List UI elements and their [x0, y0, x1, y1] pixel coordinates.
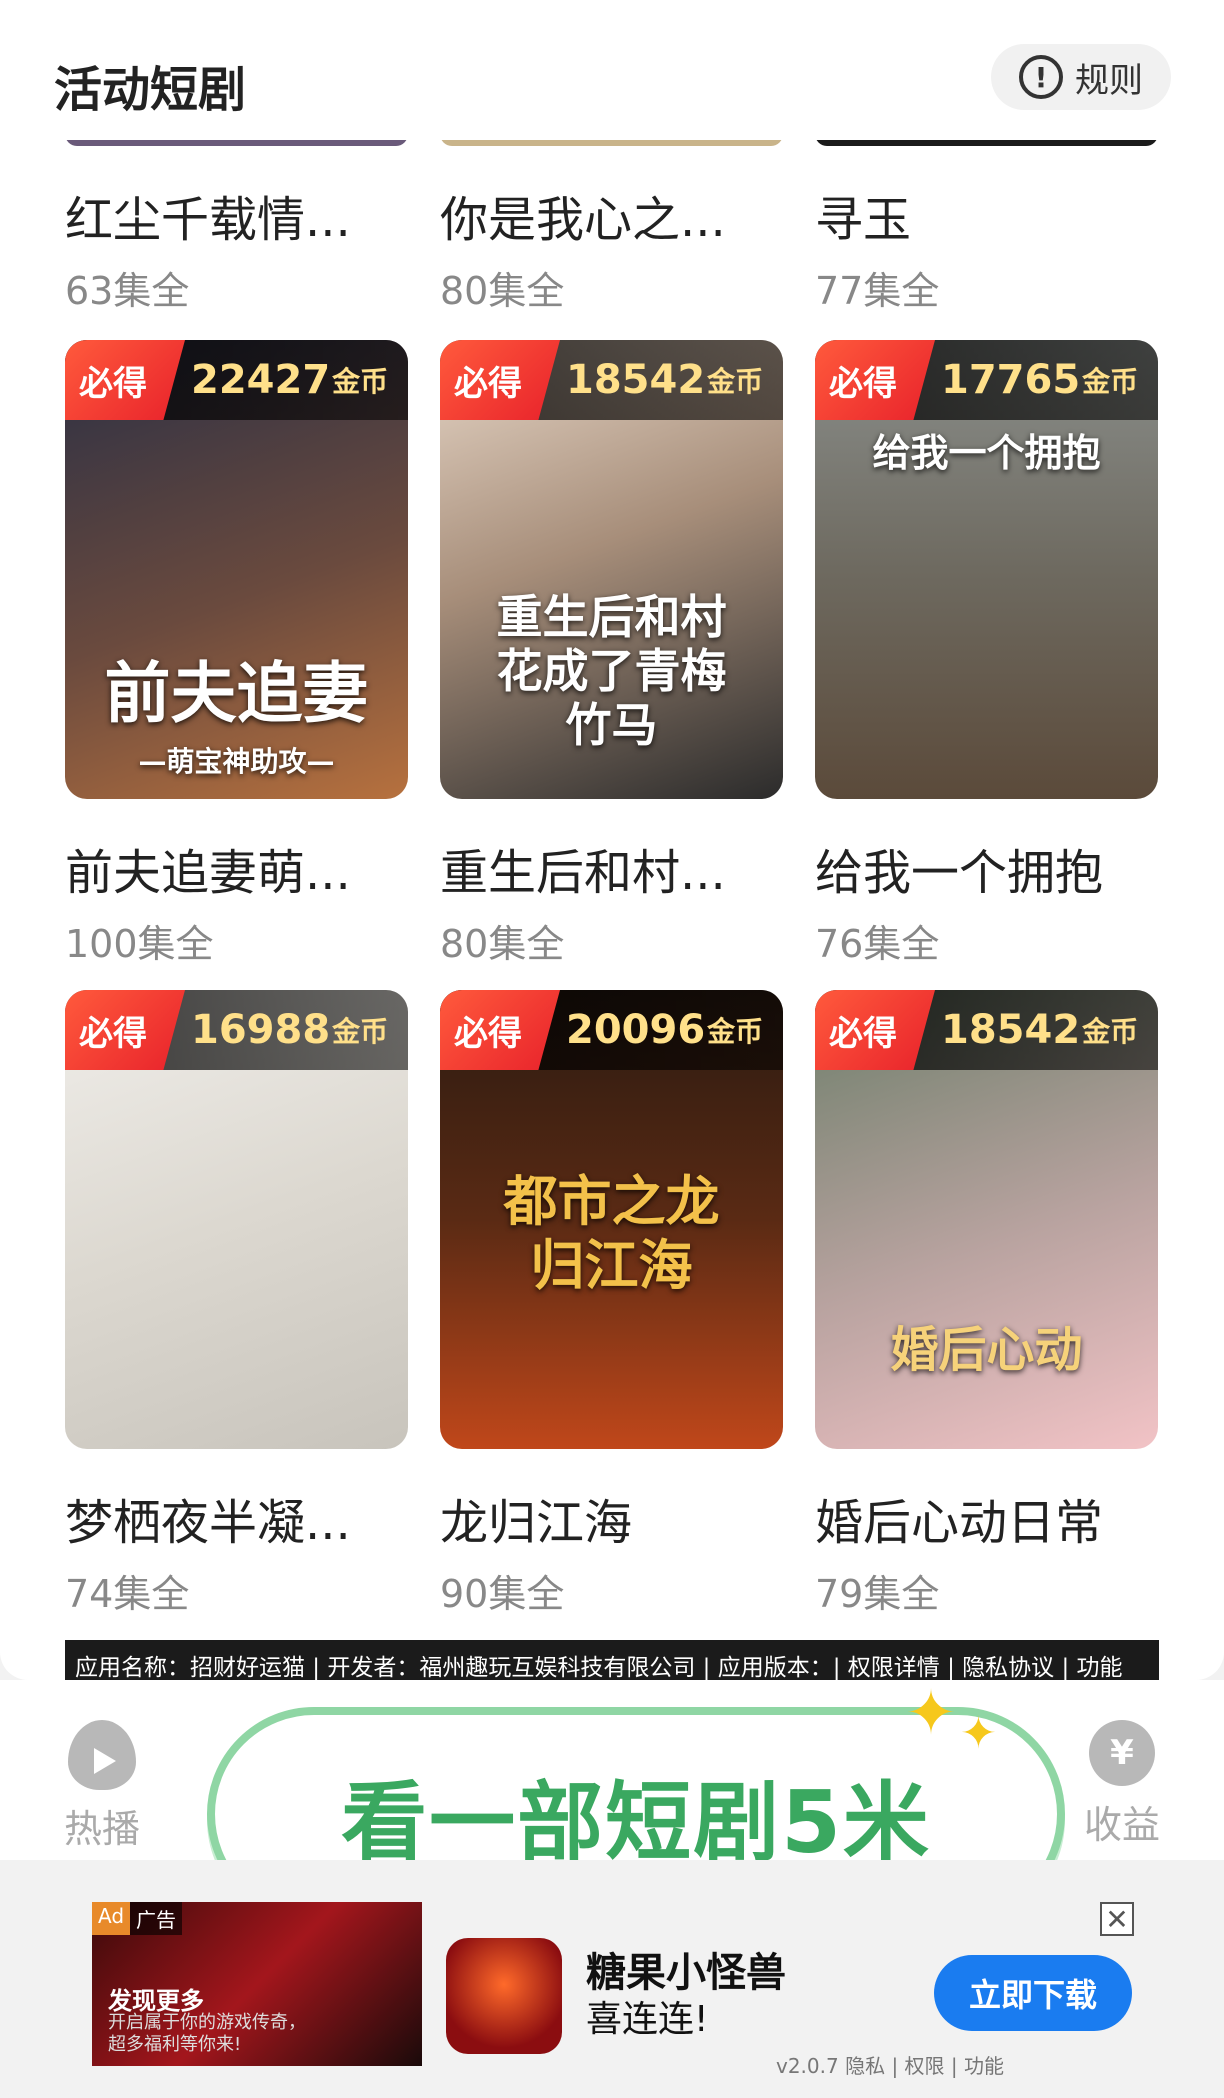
money-bag-icon: ¥ [1089, 1720, 1155, 1786]
drama-poster[interactable]: 婚后心动 必得 18542 金币 [815, 990, 1158, 1449]
close-icon[interactable]: ✕ [1100, 1902, 1134, 1936]
poster-title: 都市之龙归江海 [503, 1170, 720, 1297]
drama-card[interactable]: 给我一个拥抱 必得 17765 金币 给我一个拥抱 76集全 [815, 340, 1158, 968]
drama-title: 给我一个拥抱 [815, 845, 1104, 901]
poster-subtitle: —萌宝神助攻— [138, 745, 335, 778]
drama-title: 龙归江海 [440, 1495, 633, 1551]
rules-label: 规则 [1075, 60, 1143, 101]
drama-episodes: 80集全 [440, 922, 565, 966]
promo-text: 看一部短剧5米 [341, 1772, 931, 1873]
poster-title: 前夫追妻 [104, 655, 369, 732]
drama-poster[interactable]: 前夫追妻 —萌宝神助攻— 必得 22427 金币 [65, 340, 408, 799]
must-get-label: 必得 [65, 340, 185, 420]
coin-amount: 18542 [566, 357, 706, 403]
drama-card[interactable]: 必得 16988 金币 梦栖夜半凝... 74集全 [65, 990, 408, 1618]
drama-card[interactable]: 重生后和村花成了青梅竹马 必得 18542 金币 重生后和村... 80集全 [440, 340, 783, 968]
flame-play-icon [68, 1720, 136, 1790]
coin-unit: 金币 [1082, 365, 1139, 398]
ad-meta[interactable]: v2.0.7 隐私 | 权限 | 功能 [776, 2050, 1004, 2079]
coin-badge: 必得 18542 金币 [440, 340, 783, 420]
coin-badge: 必得 20096 金币 [440, 990, 783, 1070]
poster-title: 给我一个拥抱 [872, 431, 1101, 475]
drama-card[interactable]: 寻玉 77集全 [815, 180, 1158, 315]
drama-episodes: 80集全 [440, 269, 565, 313]
drama-title: 寻玉 [815, 192, 912, 248]
nav-earnings-label: 收益 [1083, 1803, 1160, 1847]
must-get-label: 必得 [65, 990, 185, 1070]
drama-card[interactable]: 婚后心动 必得 18542 金币 婚后心动日常 79集全 [815, 990, 1158, 1618]
ad-tag-ad: Ad [92, 1902, 131, 1935]
drama-episodes: 79集全 [815, 1572, 940, 1616]
nav-hot-label: 热播 [63, 1807, 140, 1851]
drama-title: 婚后心动日常 [815, 1495, 1104, 1551]
must-get-label: 必得 [440, 990, 560, 1070]
sparkle-icon: ✦ [960, 1708, 997, 1759]
coin-badge: 必得 17765 金币 [815, 340, 1158, 420]
coin-unit: 金币 [707, 1015, 764, 1048]
drama-sheet: 活动短剧 ! 规则 红尘千载情... 63集全 你是我心之... 80集全 寻玉… [0, 0, 1224, 1680]
coin-badge: 必得 18542 金币 [815, 990, 1158, 1070]
drama-episodes: 76集全 [815, 922, 940, 966]
app-disclaimer[interactable]: 应用名称：招财好运猫 | 开发者：福州趣玩互娱科技有限公司 | 应用版本：| 权… [65, 1640, 1159, 1680]
drama-card[interactable]: 红尘千载情... 63集全 [65, 180, 408, 315]
info-icon: ! [1019, 55, 1063, 99]
download-button[interactable]: 立即下载 [934, 1955, 1132, 2031]
drama-episodes: 90集全 [440, 1572, 565, 1616]
app-icon[interactable] [446, 1938, 562, 2054]
drama-title: 梦栖夜半凝... [65, 1495, 351, 1551]
coin-unit: 金币 [332, 1015, 389, 1048]
nav-hot[interactable]: 热播 [42, 1720, 162, 1853]
header: 活动短剧 ! 规则 [0, 0, 1224, 140]
drama-title: 前夫追妻萌... [65, 845, 351, 901]
ad-image-title: 发现更多 [108, 1987, 204, 2015]
coin-unit: 金币 [332, 365, 389, 398]
drama-card[interactable]: 都市之龙归江海 必得 20096 金币 龙归江海 90集全 [440, 990, 783, 1618]
coin-unit: 金币 [707, 365, 764, 398]
ad-image-sub: 开启属于你的游戏传奇，超多福利等你来! [108, 2012, 306, 2055]
drama-episodes: 74集全 [65, 1572, 190, 1616]
poster-title: 重生后和村花成了青梅竹马 [496, 590, 727, 752]
drama-title: 你是我心之... [440, 192, 726, 248]
coin-badge: 必得 16988 金币 [65, 990, 408, 1070]
ad-tag-label: 广告 [130, 1902, 183, 1935]
drama-poster[interactable]: 都市之龙归江海 必得 20096 金币 [440, 990, 783, 1449]
drama-title: 红尘千载情... [65, 192, 351, 248]
coin-amount: 16988 [191, 1007, 331, 1053]
coin-badge: 必得 22427 金币 [65, 340, 408, 420]
page-title: 活动短剧 [54, 62, 247, 118]
coin-amount: 22427 [191, 357, 331, 403]
drama-episodes: 77集全 [815, 269, 940, 313]
must-get-label: 必得 [815, 990, 935, 1070]
coin-unit: 金币 [1082, 1015, 1139, 1048]
coin-amount: 20096 [566, 1007, 706, 1053]
drama-poster[interactable]: 必得 16988 金币 [65, 990, 408, 1449]
must-get-label: 必得 [815, 340, 935, 420]
must-get-label: 必得 [440, 340, 560, 420]
ad-banner[interactable]: Ad 广告 发现更多 开启属于你的游戏传奇，超多福利等你来! 糖果小怪兽 喜连连… [0, 1860, 1224, 2098]
ad-tag: Ad 广告 [92, 1902, 183, 1935]
drama-card[interactable]: 你是我心之... 80集全 [440, 180, 783, 315]
drama-poster[interactable]: 重生后和村花成了青梅竹马 必得 18542 金币 [440, 340, 783, 799]
coin-amount: 18542 [941, 1007, 1081, 1053]
drama-card[interactable]: 前夫追妻 —萌宝神助攻— 必得 22427 金币 前夫追妻萌... 100集全 [65, 340, 408, 968]
nav-earnings[interactable]: ¥ 收益 [1062, 1720, 1182, 1849]
drama-episodes: 100集全 [65, 922, 214, 966]
coin-amount: 17765 [941, 357, 1081, 403]
ad-app-desc: 喜连连! [586, 1999, 709, 2040]
rules-button[interactable]: ! 规则 [991, 44, 1171, 110]
drama-title: 重生后和村... [440, 845, 726, 901]
drama-poster[interactable]: 给我一个拥抱 必得 17765 金币 [815, 340, 1158, 799]
drama-episodes: 63集全 [65, 269, 190, 313]
ad-image-text: 发现更多 开启属于你的游戏传奇，超多福利等你来! [108, 1987, 308, 2056]
sparkle-icon: ✦ [905, 1676, 957, 1749]
poster-title: 婚后心动 [890, 1322, 1083, 1378]
